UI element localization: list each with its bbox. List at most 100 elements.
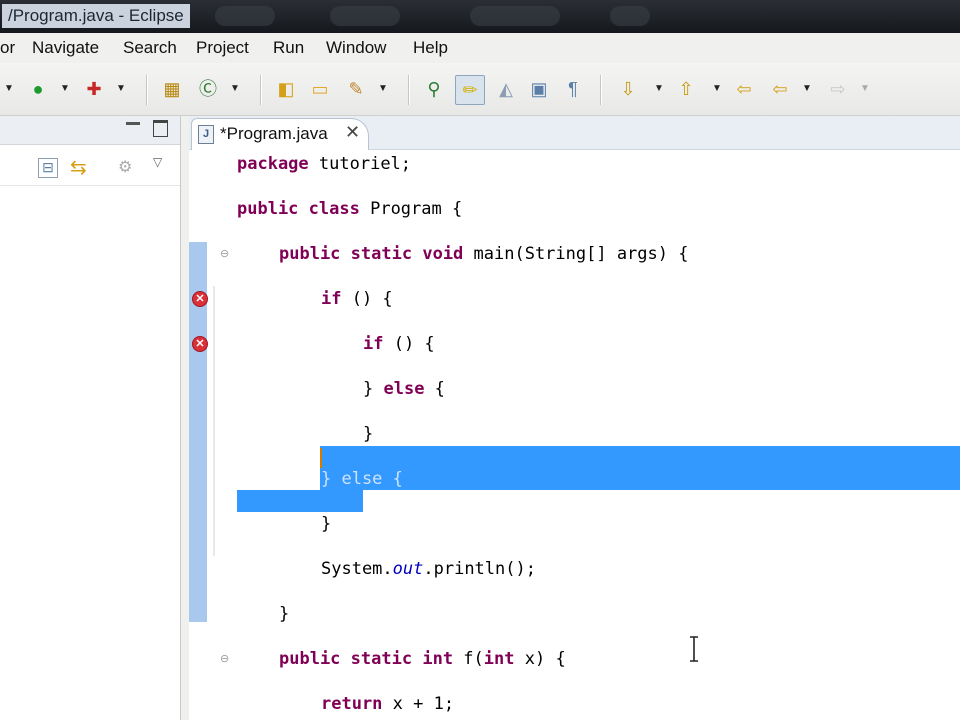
code-line: public class Program { xyxy=(237,197,462,221)
code-text: public static int f(int x) { xyxy=(279,649,566,669)
main-toolbar: ▼ ● ▼ ✚ ▼ ▦ Ⓒ ▼ ◧ ▭ ✎ ▼ ⚲ ✏ ◭ ▣ ¶ ⇩ ▼ ⇧ … xyxy=(0,63,960,116)
fold-guide xyxy=(213,286,215,556)
title-bar-blur xyxy=(330,6,400,26)
code-text: return x + 1; xyxy=(321,694,455,714)
back-icon[interactable]: ⇦ xyxy=(768,77,792,101)
code-text: } else { xyxy=(363,379,445,399)
code-line: } xyxy=(279,602,289,626)
selection-highlight xyxy=(320,446,960,490)
previous-annotation-icon[interactable]: ⇧ xyxy=(674,77,698,101)
minimize-icon[interactable] xyxy=(126,122,140,125)
chevron-down-icon[interactable]: ▼ xyxy=(802,77,812,101)
chevron-down-icon[interactable]: ▼ xyxy=(712,77,722,101)
java-file-icon: J xyxy=(198,125,214,144)
text-cursor-icon xyxy=(690,636,698,662)
chevron-down-icon[interactable]: ▼ xyxy=(116,77,126,101)
code-editor[interactable]: J *Program.java ✕ ✕ ✕ ⊖ ⊖ package tutori… xyxy=(189,116,960,720)
keyword: package xyxy=(237,154,309,174)
chevron-down-icon[interactable]: ▽ xyxy=(153,155,162,169)
keyword: int xyxy=(483,649,515,669)
static-field: out xyxy=(392,559,424,579)
code-text: public class Program { xyxy=(237,199,463,219)
code-text: tutoriel; xyxy=(318,154,412,174)
forward-icon[interactable]: ⇨ xyxy=(826,77,850,101)
menu-project[interactable]: Project xyxy=(196,38,249,58)
code-line: public static void main(String[] args) { xyxy=(279,242,688,266)
sash[interactable] xyxy=(181,116,189,720)
keyword: else xyxy=(383,379,425,399)
code-line-selected: } else { xyxy=(321,467,403,491)
keyword: return xyxy=(321,694,383,714)
block-selection-icon[interactable]: ◭ xyxy=(494,77,518,101)
paragraph-icon[interactable]: ¶ xyxy=(561,77,585,101)
tab-label: *Program.java xyxy=(220,124,328,143)
code-line: package tutoriel; xyxy=(237,152,411,176)
open-folder-icon[interactable]: ▭ xyxy=(308,77,332,101)
code-area[interactable]: package tutoriel; public class Program {… xyxy=(237,150,960,720)
pin-icon[interactable]: ⚲ xyxy=(422,77,446,101)
menu-bar: or Navigate Search Project Run Window He… xyxy=(0,33,960,64)
code-text: if () { xyxy=(321,289,393,309)
keyword: public xyxy=(279,649,341,669)
new-package-icon[interactable]: ▦ xyxy=(160,77,184,101)
code-line: if () { xyxy=(363,332,435,356)
title-bar-blur xyxy=(470,6,560,26)
run-icon[interactable]: ● xyxy=(26,77,50,101)
code-text: } else { xyxy=(321,469,403,489)
chevron-down-icon[interactable]: ▼ xyxy=(654,77,664,101)
view-menu-icon[interactable]: ⚙ xyxy=(118,157,132,177)
maximize-icon[interactable] xyxy=(153,120,168,137)
debug-icon[interactable]: ✚ xyxy=(82,77,106,101)
fold-collapse-icon[interactable]: ⊖ xyxy=(220,654,231,665)
error-marker-icon[interactable]: ✕ xyxy=(192,291,208,307)
chevron-down-icon[interactable]: ▼ xyxy=(60,77,70,101)
menu-run[interactable]: Run xyxy=(273,38,304,58)
close-icon[interactable]: ✕ xyxy=(345,122,360,143)
new-class-icon[interactable]: Ⓒ xyxy=(196,77,220,101)
last-edit-icon[interactable]: ⇦ xyxy=(732,77,756,101)
code-text: if () { xyxy=(363,334,435,354)
text-caret xyxy=(320,448,322,468)
window-title: /Program.java - Eclipse xyxy=(2,4,190,28)
title-bar-blur xyxy=(215,6,275,26)
menu-help[interactable]: Help xyxy=(413,38,448,58)
code-line: return x + 1; xyxy=(321,692,454,716)
chevron-down-icon[interactable]: ▼ xyxy=(4,77,14,101)
code-text: } xyxy=(279,604,290,624)
code-line: } xyxy=(363,422,373,446)
keyword: class xyxy=(308,199,360,219)
chevron-down-icon[interactable]: ▼ xyxy=(860,77,870,101)
menu-editor[interactable]: or xyxy=(0,38,15,58)
next-annotation-icon[interactable]: ⇩ xyxy=(616,77,640,101)
error-marker-icon[interactable]: ✕ xyxy=(192,336,208,352)
fold-collapse-icon[interactable]: ⊖ xyxy=(220,249,231,260)
mark-occurrences-icon[interactable]: ✏ xyxy=(455,75,485,105)
chevron-down-icon[interactable]: ▼ xyxy=(230,77,240,101)
keyword: if xyxy=(321,289,342,309)
code-text: } xyxy=(321,514,332,534)
panel-toolbar: ⊟ ⇆ ⚙ ▽ xyxy=(0,145,180,186)
keyword: int xyxy=(422,649,454,669)
panel-header xyxy=(0,116,180,145)
toolbar-separator xyxy=(260,75,262,105)
keyword: public xyxy=(279,244,341,264)
package-explorer-panel: ⊟ ⇆ ⚙ ▽ xyxy=(0,116,181,720)
code-text: System.out.println(); xyxy=(321,559,536,579)
show-whitespace-icon[interactable]: ▣ xyxy=(527,77,551,101)
keyword: public xyxy=(237,199,299,219)
code-text: public static void main(String[] args) { xyxy=(279,244,689,264)
editor-tab-strip: J *Program.java ✕ xyxy=(189,116,960,150)
link-editor-icon[interactable]: ⇆ xyxy=(70,155,87,180)
tab-program-java[interactable]: J *Program.java ✕ xyxy=(191,118,369,150)
code-line: } xyxy=(321,512,331,536)
collapse-all-icon[interactable]: ⊟ xyxy=(38,158,58,178)
menu-window[interactable]: Window xyxy=(326,38,386,58)
code-text: } xyxy=(363,424,374,444)
keyword: if xyxy=(363,334,384,354)
menu-navigate[interactable]: Navigate xyxy=(32,38,99,58)
chevron-down-icon[interactable]: ▼ xyxy=(378,77,388,101)
open-type-icon[interactable]: ◧ xyxy=(274,77,298,101)
menu-search[interactable]: Search xyxy=(123,38,177,58)
toolbar-separator xyxy=(146,75,148,105)
search-icon[interactable]: ✎ xyxy=(344,77,368,101)
